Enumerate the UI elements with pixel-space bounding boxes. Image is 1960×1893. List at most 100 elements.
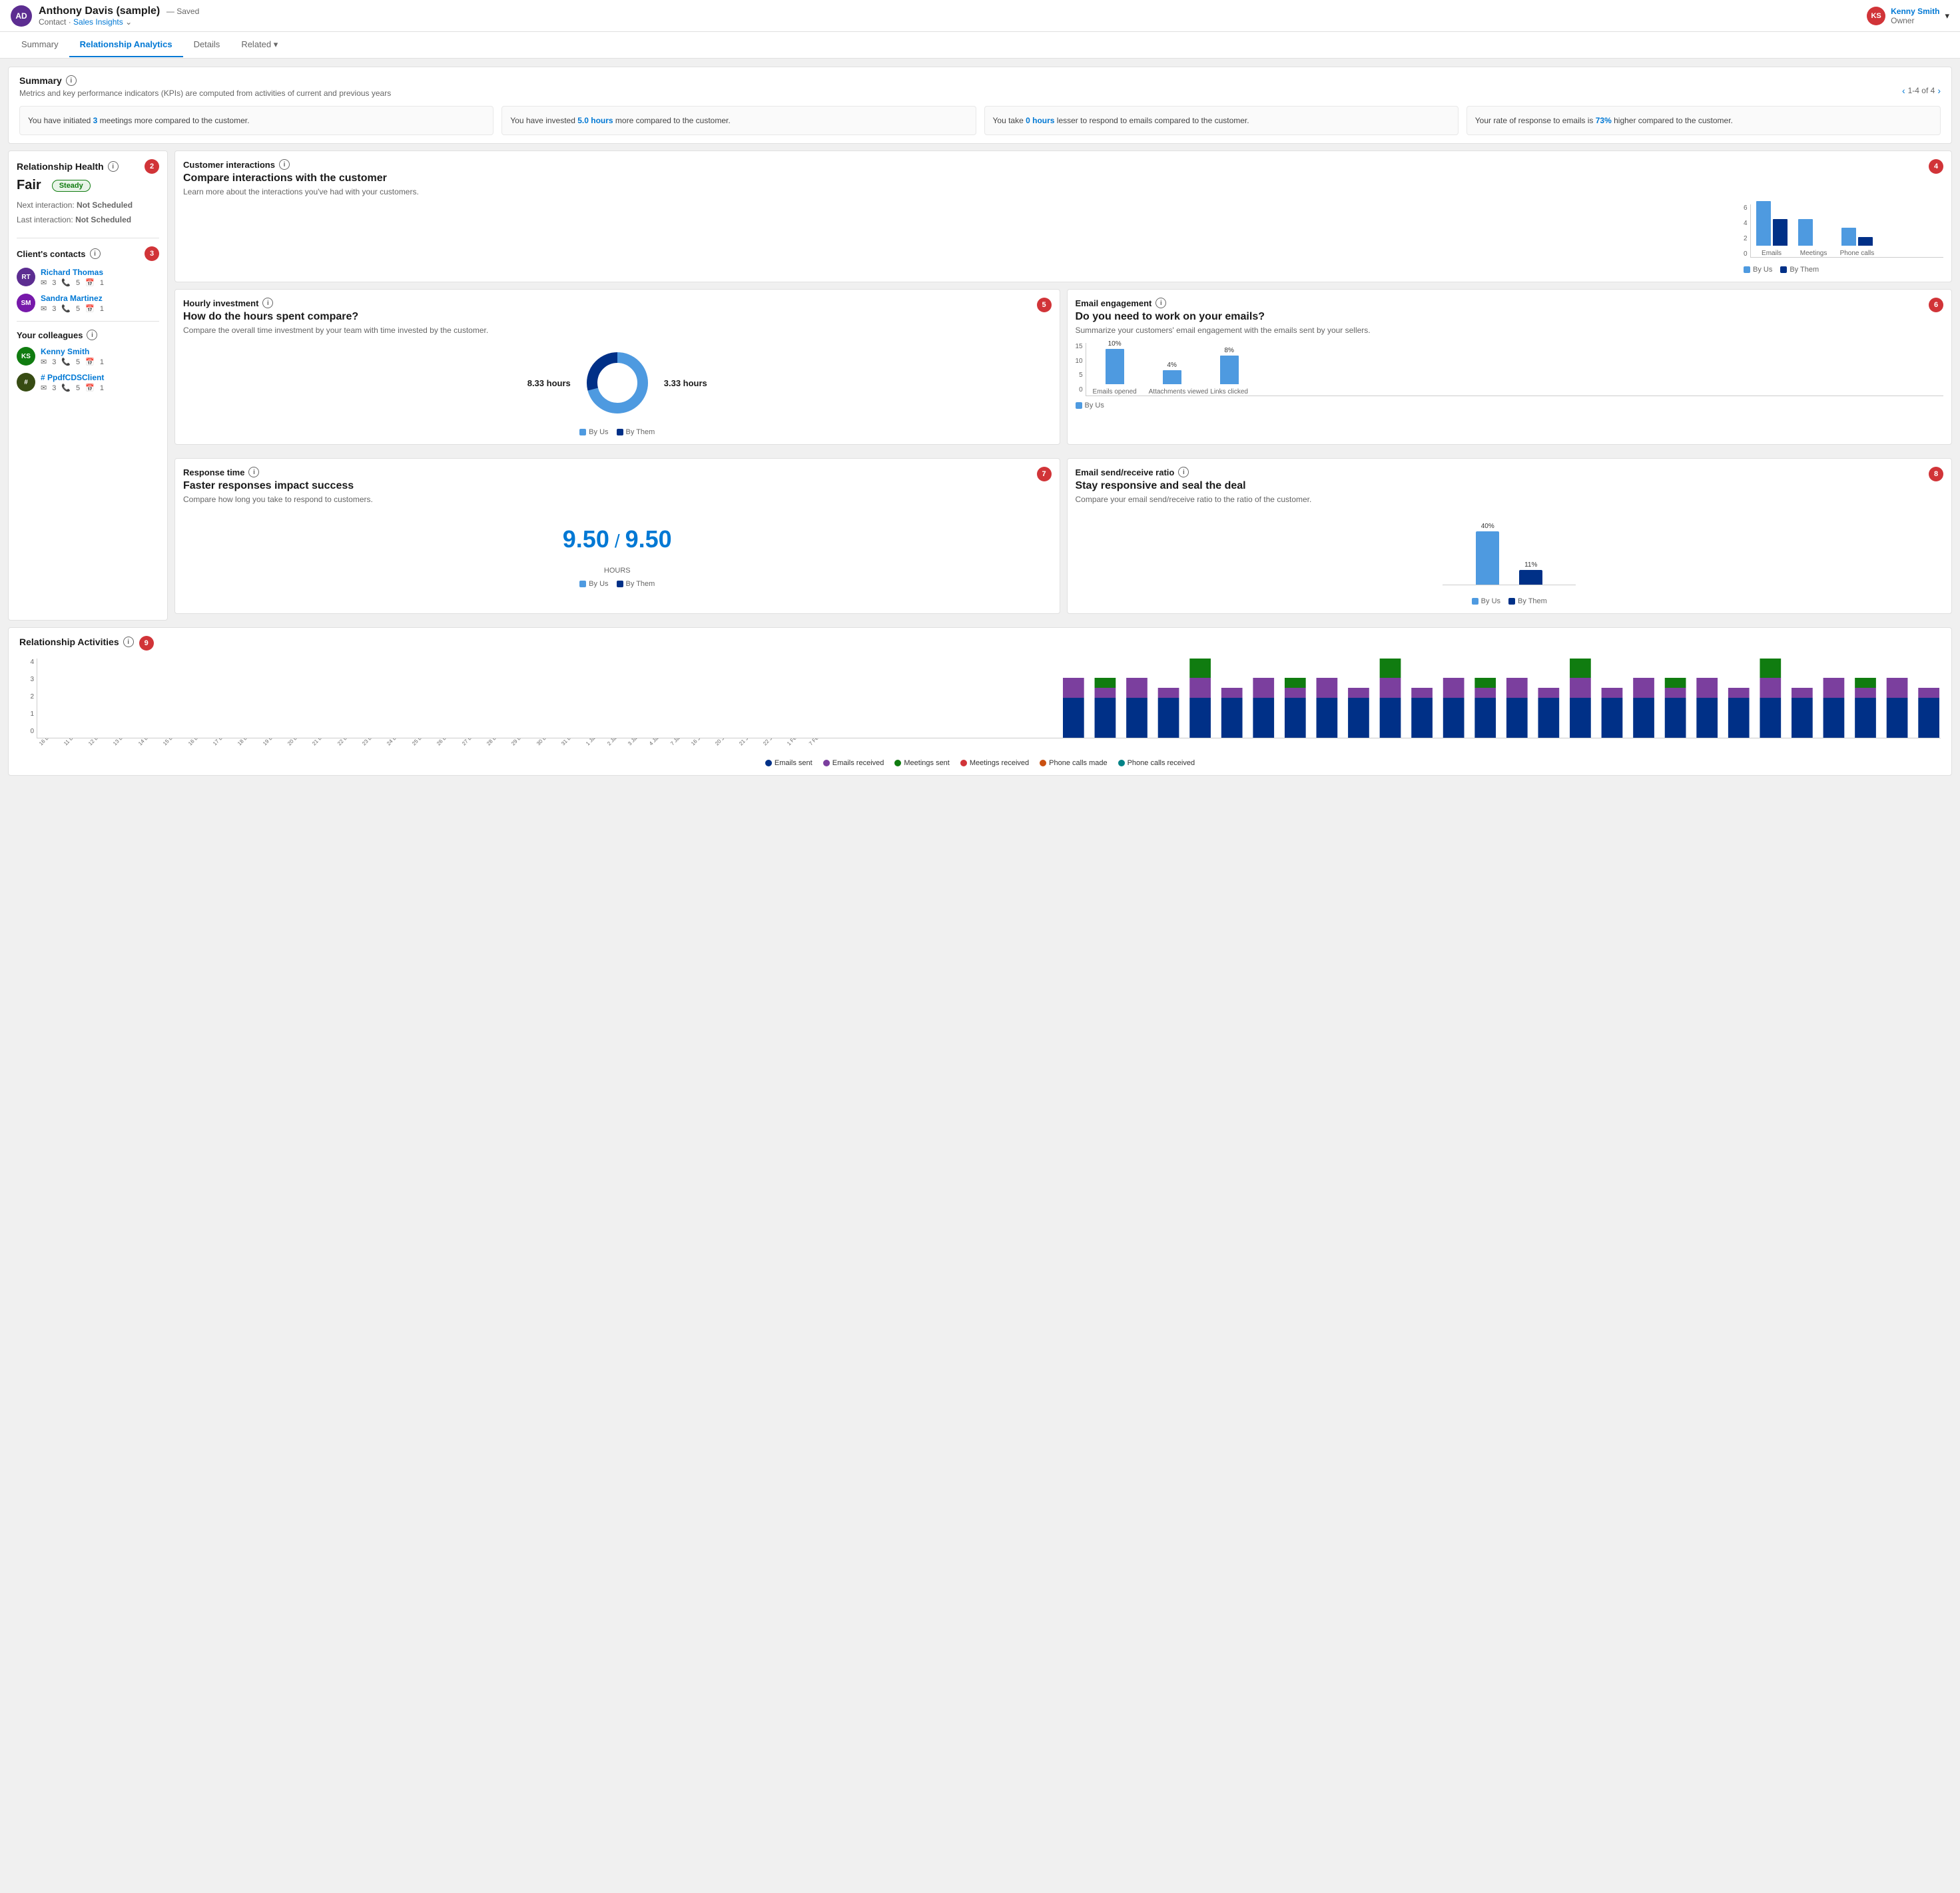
owner-info: Kenny Smith Owner (1891, 7, 1939, 25)
tab-details[interactable]: Details (183, 33, 231, 57)
colleague-info-ks: Kenny Smith ✉3 📞5 📅1 (41, 347, 159, 366)
your-colleagues-title: Your colleagues i (17, 330, 159, 340)
esr-chart-area: 40% 11% (1076, 512, 1944, 592)
legend-phone-calls-made-label: Phone calls made (1049, 759, 1107, 767)
ee-legend: By Us (1076, 402, 1944, 409)
bar-group-meetings: Meetings (1798, 219, 1829, 257)
clients-contacts-title: Client's contacts i 3 (17, 246, 159, 261)
ee-attachments-bar (1163, 370, 1181, 384)
legend-emails-sent-label: Emails sent (775, 759, 813, 767)
summary-card-2: You have invested 5.0 hours more compare… (501, 106, 976, 135)
calendar-icon-2: 📅 (85, 304, 95, 313)
colleagues-info-icon[interactable]: i (87, 330, 97, 340)
hi-header: Hourly investment i How do the hours spe… (183, 298, 1052, 343)
badge-7: 7 (1037, 467, 1052, 481)
tab-summary[interactable]: Summary (11, 33, 69, 57)
ci-left: Customer interactions i Compare interact… (183, 159, 419, 204)
calendar-icon-3: 📅 (85, 358, 95, 366)
emails-bars (1756, 201, 1788, 246)
hi-title-area: Hourly investment i How do the hours spe… (183, 298, 488, 343)
legend-meetings-received-label: Meetings received (970, 759, 1029, 767)
record-name: Anthony Davis (sample) (39, 5, 160, 17)
summary-title-area: Summary i Metrics and key performance in… (19, 75, 391, 106)
ee-heading: Do you need to work on your emails? (1076, 311, 1371, 323)
emails-byus-bar (1756, 201, 1771, 246)
phonecalls-byus-bar (1841, 228, 1856, 246)
tab-related[interactable]: Related ▾ (230, 33, 288, 58)
rt-info-icon[interactable]: i (248, 467, 259, 477)
contact-info-sm: Sandra Martinez ✉3 📞5 📅1 (41, 294, 159, 313)
contact-stats-rt: ✉3 📞5 📅1 (41, 278, 159, 287)
legend-phone-calls-made: Phone calls made (1040, 759, 1107, 767)
contact-avatar-sm: SM (17, 294, 35, 312)
customer-interactions-section: Customer interactions i Compare interact… (174, 150, 1952, 282)
owner-chevron-icon[interactable]: ▾ (1945, 11, 1949, 21)
tab-relationship-analytics[interactable]: Relationship Analytics (69, 33, 183, 57)
health-status-row: Fair Steady (17, 178, 159, 193)
ee-chart-area: 151050 10% Emails opened 4% (1076, 343, 1944, 396)
colleague-name-ppdf[interactable]: # PpdfCDSClient (41, 373, 159, 382)
ci-chart-inner: 6420 Emails (1744, 204, 1943, 260)
hi-donut-container: 8.33 hours 3.33 hours (183, 343, 1052, 423)
colleague-kenny-smith: KS Kenny Smith ✉3 📞5 📅1 (17, 347, 159, 366)
ra-info-icon[interactable]: i (123, 637, 134, 647)
prev-arrow[interactable]: ‹ (1902, 85, 1905, 96)
contact-name-rt[interactable]: Richard Thomas (41, 268, 159, 277)
ee-legend-byus-label: By Us (1085, 402, 1104, 409)
ee-legend-byus: By Us (1076, 402, 1104, 409)
rt-desc: Compare how long you take to respond to … (183, 495, 373, 504)
esr-legend-bythem: By Them (1508, 597, 1547, 605)
hi-info-icon[interactable]: i (262, 298, 273, 308)
contact-name-sm[interactable]: Sandra Martinez (41, 294, 159, 303)
legend-emails-received: Emails received (823, 759, 884, 767)
email-icon: ✉ (41, 278, 47, 287)
esr-header: Email send/receive ratio i Stay responsi… (1076, 467, 1944, 512)
contact-sandra-martinez: SM Sandra Martinez ✉3 📞5 📅1 (17, 294, 159, 313)
phonecalls-bythem-bar (1858, 237, 1873, 246)
health-value: Fair (17, 178, 41, 193)
colleague-info-ppdf: # PpdfCDSClient ✉3 📞5 📅1 (41, 373, 159, 392)
your-colleagues: Your colleagues i KS Kenny Smith ✉3 📞5 📅… (17, 330, 159, 392)
ee-info-icon[interactable]: i (1155, 298, 1166, 308)
summary-title: Summary i (19, 75, 391, 86)
summary-pagination: ‹ 1-4 of 4 › (1902, 85, 1941, 96)
legend-meetings-received-dot (960, 760, 967, 766)
ci-info-icon[interactable]: i (279, 159, 290, 170)
rt-value-them: 9.50 (625, 525, 672, 553)
phonecalls-label: Phone calls (1840, 250, 1875, 257)
owner-role: Owner (1891, 16, 1939, 25)
ee-links-bar (1220, 356, 1239, 384)
esr-heading: Stay responsive and seal the deal (1076, 480, 1312, 492)
clients-contacts-info-icon[interactable]: i (90, 248, 101, 259)
summary-header: Summary i Metrics and key performance in… (19, 75, 1941, 106)
rt-title-area: Response time i Faster responses impact … (183, 467, 373, 512)
ee-title-area: Email engagement i Do you need to work o… (1076, 298, 1371, 343)
ci-legend: By Us By Them (1744, 266, 1943, 274)
rt-legend-bythem: By Them (617, 580, 655, 588)
legend-byus: By Us (1744, 266, 1772, 274)
hi-hours-us: 8.33 hours (527, 378, 571, 388)
next-arrow[interactable]: › (1937, 85, 1941, 96)
phone-icon-4: 📞 (61, 384, 71, 392)
email-engagement-section: Email engagement i Do you need to work o… (1067, 289, 1953, 445)
badge-3: 3 (145, 246, 159, 261)
colleague-name-ks[interactable]: Kenny Smith (41, 347, 159, 356)
contact-info-rt: Richard Thomas ✉3 📞5 📅1 (41, 268, 159, 287)
ee-y-axis: 151050 (1076, 343, 1083, 396)
health-info-icon[interactable]: i (108, 161, 119, 172)
phone-icon-2: 📞 (61, 304, 71, 313)
esr-info-icon[interactable]: i (1178, 467, 1189, 477)
esr-legend-byus-label: By Us (1481, 597, 1500, 605)
ee-links: 8% Links clicked (1206, 347, 1253, 396)
legend-bythem-label: By Them (1790, 266, 1819, 274)
rt-legend-byus-label: By Us (589, 580, 608, 588)
ee-links-pct: 8% (1224, 347, 1233, 354)
hi-legend-byus-label: By Us (589, 428, 608, 436)
top-bar-left: AD Anthony Davis (sample) — Saved Contac… (11, 5, 199, 27)
sales-insights-link[interactable]: Sales Insights (73, 17, 123, 27)
summary-card-3: You take 0 hours lesser to respond to em… (984, 106, 1459, 135)
emails-label: Emails (1762, 250, 1782, 257)
summary-info-icon[interactable]: i (66, 75, 77, 86)
ra-bars-svg (39, 659, 1939, 738)
bar-group-phonecalls: Phone calls (1840, 228, 1875, 257)
